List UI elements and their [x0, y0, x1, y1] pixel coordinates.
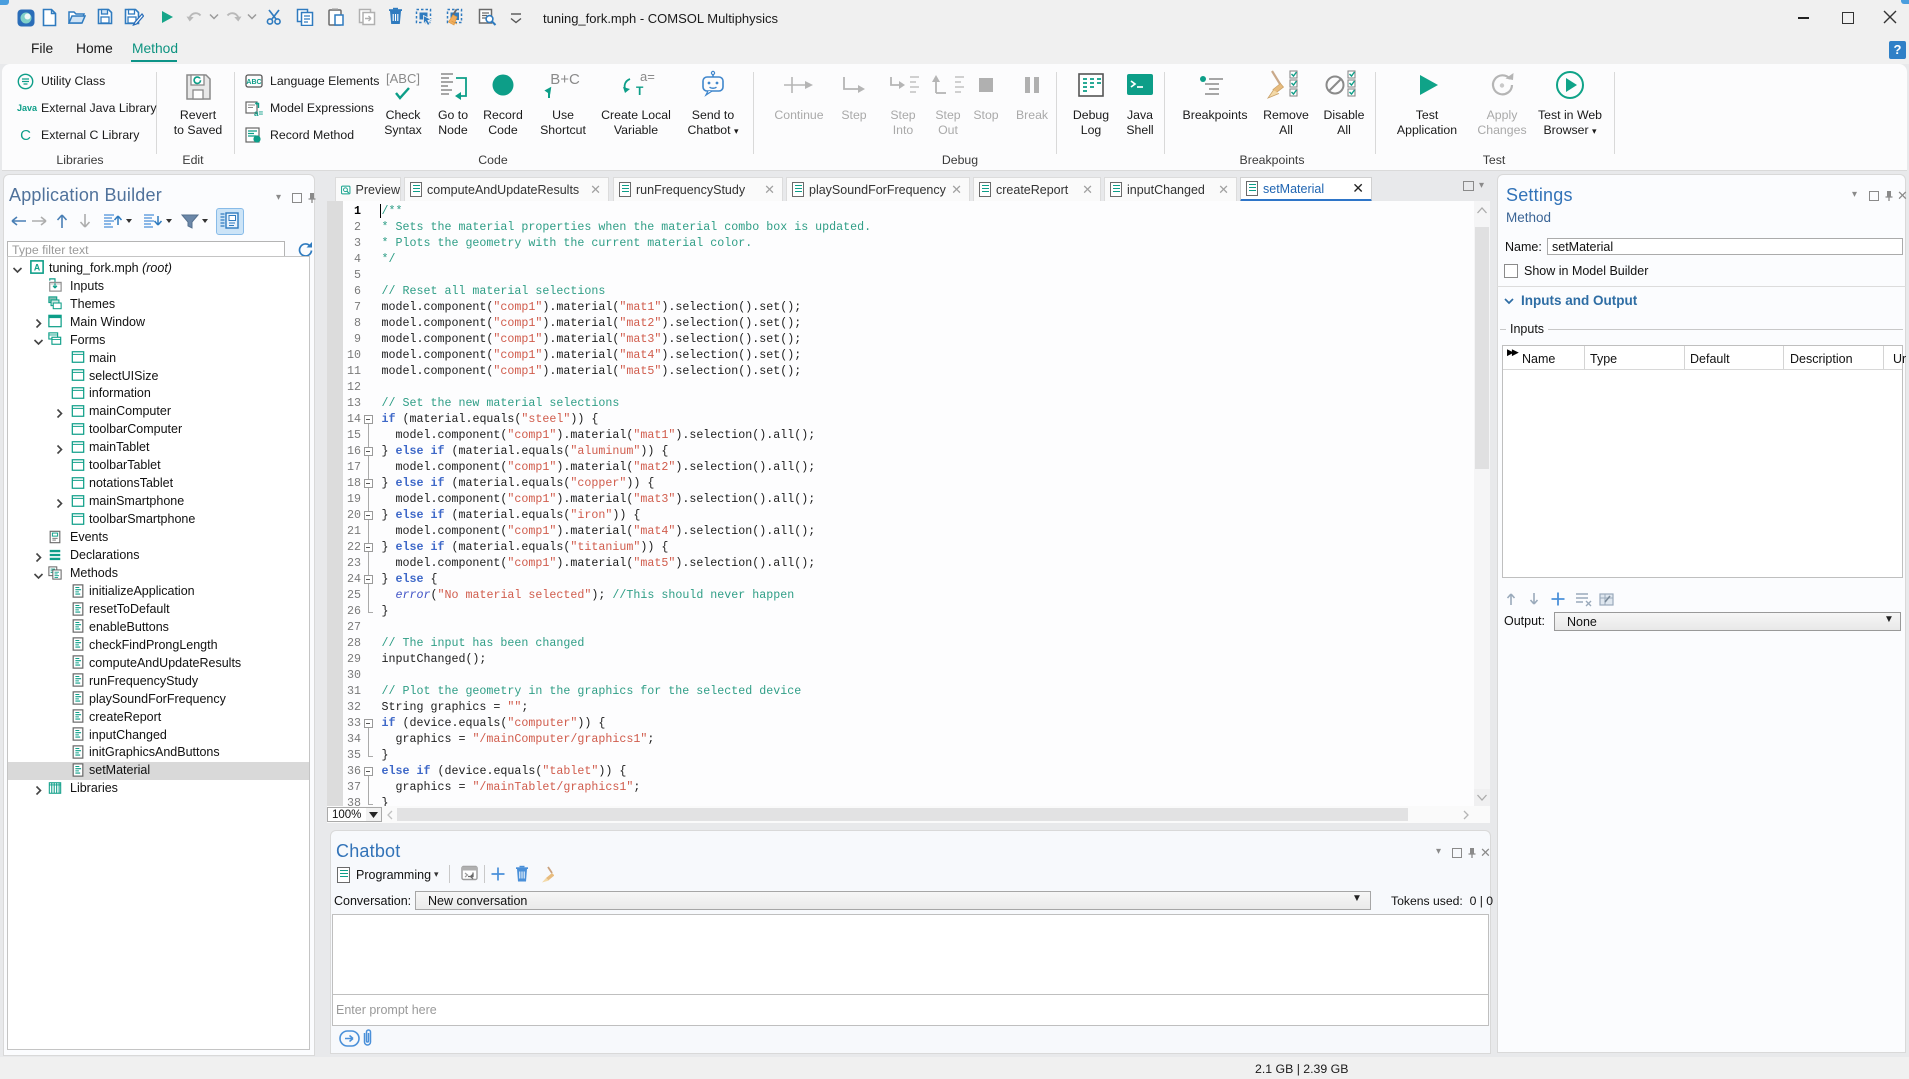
svg-text:a=: a= [254, 109, 263, 117]
svg-text:A: A [34, 263, 41, 273]
svg-text:a=: a= [640, 69, 655, 84]
svg-text:B+C: B+C [550, 71, 580, 88]
svg-text:T: T [636, 84, 644, 98]
svg-text:ABC: ABC [246, 79, 261, 86]
